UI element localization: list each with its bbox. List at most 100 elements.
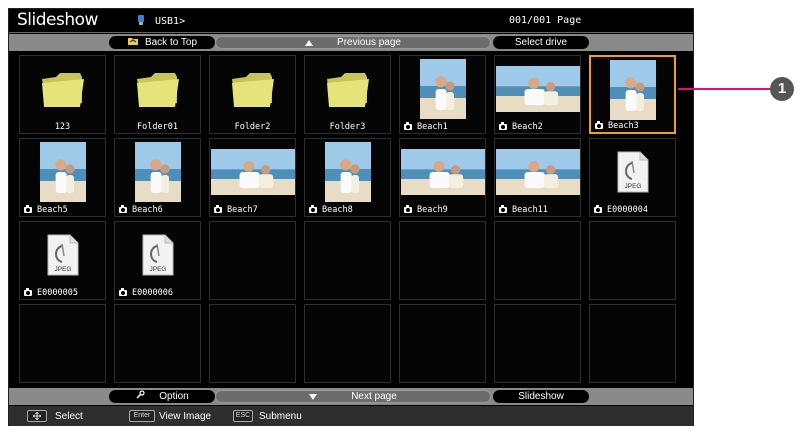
- folder-icon: [20, 58, 105, 120]
- file-item[interactable]: Beach8: [304, 138, 391, 217]
- file-item[interactable]: Beach11: [494, 138, 581, 217]
- camera-icon: [24, 287, 32, 296]
- svg-text:JPEG: JPEG: [54, 266, 71, 273]
- item-name: 123: [54, 121, 71, 132]
- empty-cell: [494, 221, 581, 300]
- top-navigation: Back to Top Previous page Select drive: [9, 34, 693, 51]
- empty-cell: [209, 304, 296, 383]
- file-grid: 123 Folder01 Folder2 Folder3 Beach1 Beach2 Bea…: [19, 55, 686, 383]
- camera-icon: [594, 204, 602, 213]
- file-item[interactable]: Beach6: [114, 138, 201, 217]
- item-name: Beach11: [512, 204, 548, 215]
- empty-cell: [114, 304, 201, 383]
- camera-icon: [499, 204, 507, 213]
- submenu-hint: Submenu: [259, 411, 302, 422]
- camera-icon: [309, 204, 317, 213]
- camera-icon: [214, 204, 222, 213]
- item-label: E0000006: [119, 287, 173, 298]
- file-item[interactable]: Beach1: [399, 55, 486, 134]
- camera-icon: [404, 204, 412, 213]
- item-name: E0000004: [607, 204, 648, 215]
- empty-cell: [209, 221, 296, 300]
- enter-key-icon: Enter: [129, 410, 155, 422]
- item-name: Beach7: [227, 204, 258, 215]
- item-label: Beach3: [595, 120, 639, 131]
- folder-item[interactable]: Folder01: [114, 55, 201, 134]
- jpeg-file-icon: JPEG: [20, 224, 105, 286]
- photo-thumbnail: [115, 141, 200, 203]
- file-item[interactable]: Beach9: [399, 138, 486, 217]
- folder-item[interactable]: Folder3: [304, 55, 391, 134]
- select-drive-button[interactable]: Select drive: [493, 36, 589, 49]
- drive-label: USB1>: [155, 16, 186, 27]
- file-item[interactable]: Beach5: [19, 138, 106, 217]
- photo-thumbnail: [591, 59, 674, 121]
- item-name: Beach1: [417, 121, 448, 132]
- empty-cell: [304, 304, 391, 383]
- item-label: Beach2: [499, 121, 543, 132]
- previous-page-button[interactable]: Previous page: [215, 36, 491, 49]
- folder-item[interactable]: Folder2: [209, 55, 296, 134]
- empty-cell: [399, 304, 486, 383]
- svg-text:JPEG: JPEG: [149, 266, 166, 273]
- photo-thumbnail: [20, 141, 105, 203]
- item-label: Beach5: [24, 204, 68, 215]
- next-page-button[interactable]: Next page: [215, 390, 491, 403]
- file-item[interactable]: Beach3: [589, 55, 676, 134]
- item-label: Folder2: [210, 121, 295, 132]
- folder-item[interactable]: 123: [19, 55, 106, 134]
- option-button[interactable]: Option: [109, 389, 215, 403]
- page-counter: 001/001 Page: [509, 15, 582, 26]
- item-label: E0000005: [24, 287, 78, 298]
- usb-icon: [135, 14, 147, 29]
- empty-cell: [589, 304, 676, 383]
- item-name: E0000005: [37, 287, 78, 298]
- empty-cell: [589, 221, 676, 300]
- item-name: Folder3: [329, 121, 366, 132]
- previous-page-label: Previous page: [337, 37, 401, 48]
- camera-icon: [119, 204, 127, 213]
- drive-indicator: USB1>: [135, 14, 185, 29]
- file-item[interactable]: JPEG E0000006: [114, 221, 201, 300]
- slideshow-button[interactable]: Slideshow: [493, 390, 589, 403]
- camera-icon: [499, 121, 507, 130]
- item-label: Beach1: [404, 121, 448, 132]
- option-label: Option: [159, 391, 189, 402]
- camera-icon: [24, 204, 32, 213]
- status-bar: Select Enter View Image ESC Submenu: [9, 406, 693, 426]
- empty-cell: [19, 304, 106, 383]
- photo-thumbnail: [495, 141, 580, 203]
- file-item[interactable]: Beach7: [209, 138, 296, 217]
- camera-icon: [119, 287, 127, 296]
- item-name: Beach5: [37, 204, 68, 215]
- camera-icon: [404, 121, 412, 130]
- file-item[interactable]: JPEG E0000004: [589, 138, 676, 217]
- arrow-keys-icon: [27, 410, 47, 422]
- jpeg-file-icon: JPEG: [590, 141, 675, 203]
- empty-cell: [399, 221, 486, 300]
- camera-icon: [595, 120, 603, 129]
- bottom-navigation: Option Next page Slideshow: [9, 388, 693, 405]
- esc-key-icon: ESC: [233, 410, 253, 422]
- folder-icon: [115, 58, 200, 120]
- item-label: Folder01: [115, 121, 200, 132]
- item-label: 123: [20, 121, 105, 132]
- item-name: Beach3: [608, 120, 639, 131]
- photo-thumbnail: [400, 141, 485, 203]
- empty-cell: [494, 304, 581, 383]
- item-name: Beach6: [132, 204, 163, 215]
- arrow-up-icon: [305, 39, 314, 46]
- arrow-down-icon: [309, 393, 318, 400]
- file-item[interactable]: JPEG E0000005: [19, 221, 106, 300]
- empty-cell: [304, 221, 391, 300]
- folder-up-icon: [127, 36, 139, 50]
- file-item[interactable]: Beach2: [494, 55, 581, 134]
- folder-icon: [210, 58, 295, 120]
- back-to-top-label: Back to Top: [144, 37, 198, 48]
- back-to-top-button[interactable]: Back to Top: [109, 36, 215, 49]
- title-bar: Slideshow USB1> 001/001 Page: [9, 9, 693, 33]
- select-hint: Select: [55, 411, 83, 422]
- photo-thumbnail: [210, 141, 295, 203]
- callout-line: [678, 88, 770, 90]
- item-name: E0000006: [132, 287, 173, 298]
